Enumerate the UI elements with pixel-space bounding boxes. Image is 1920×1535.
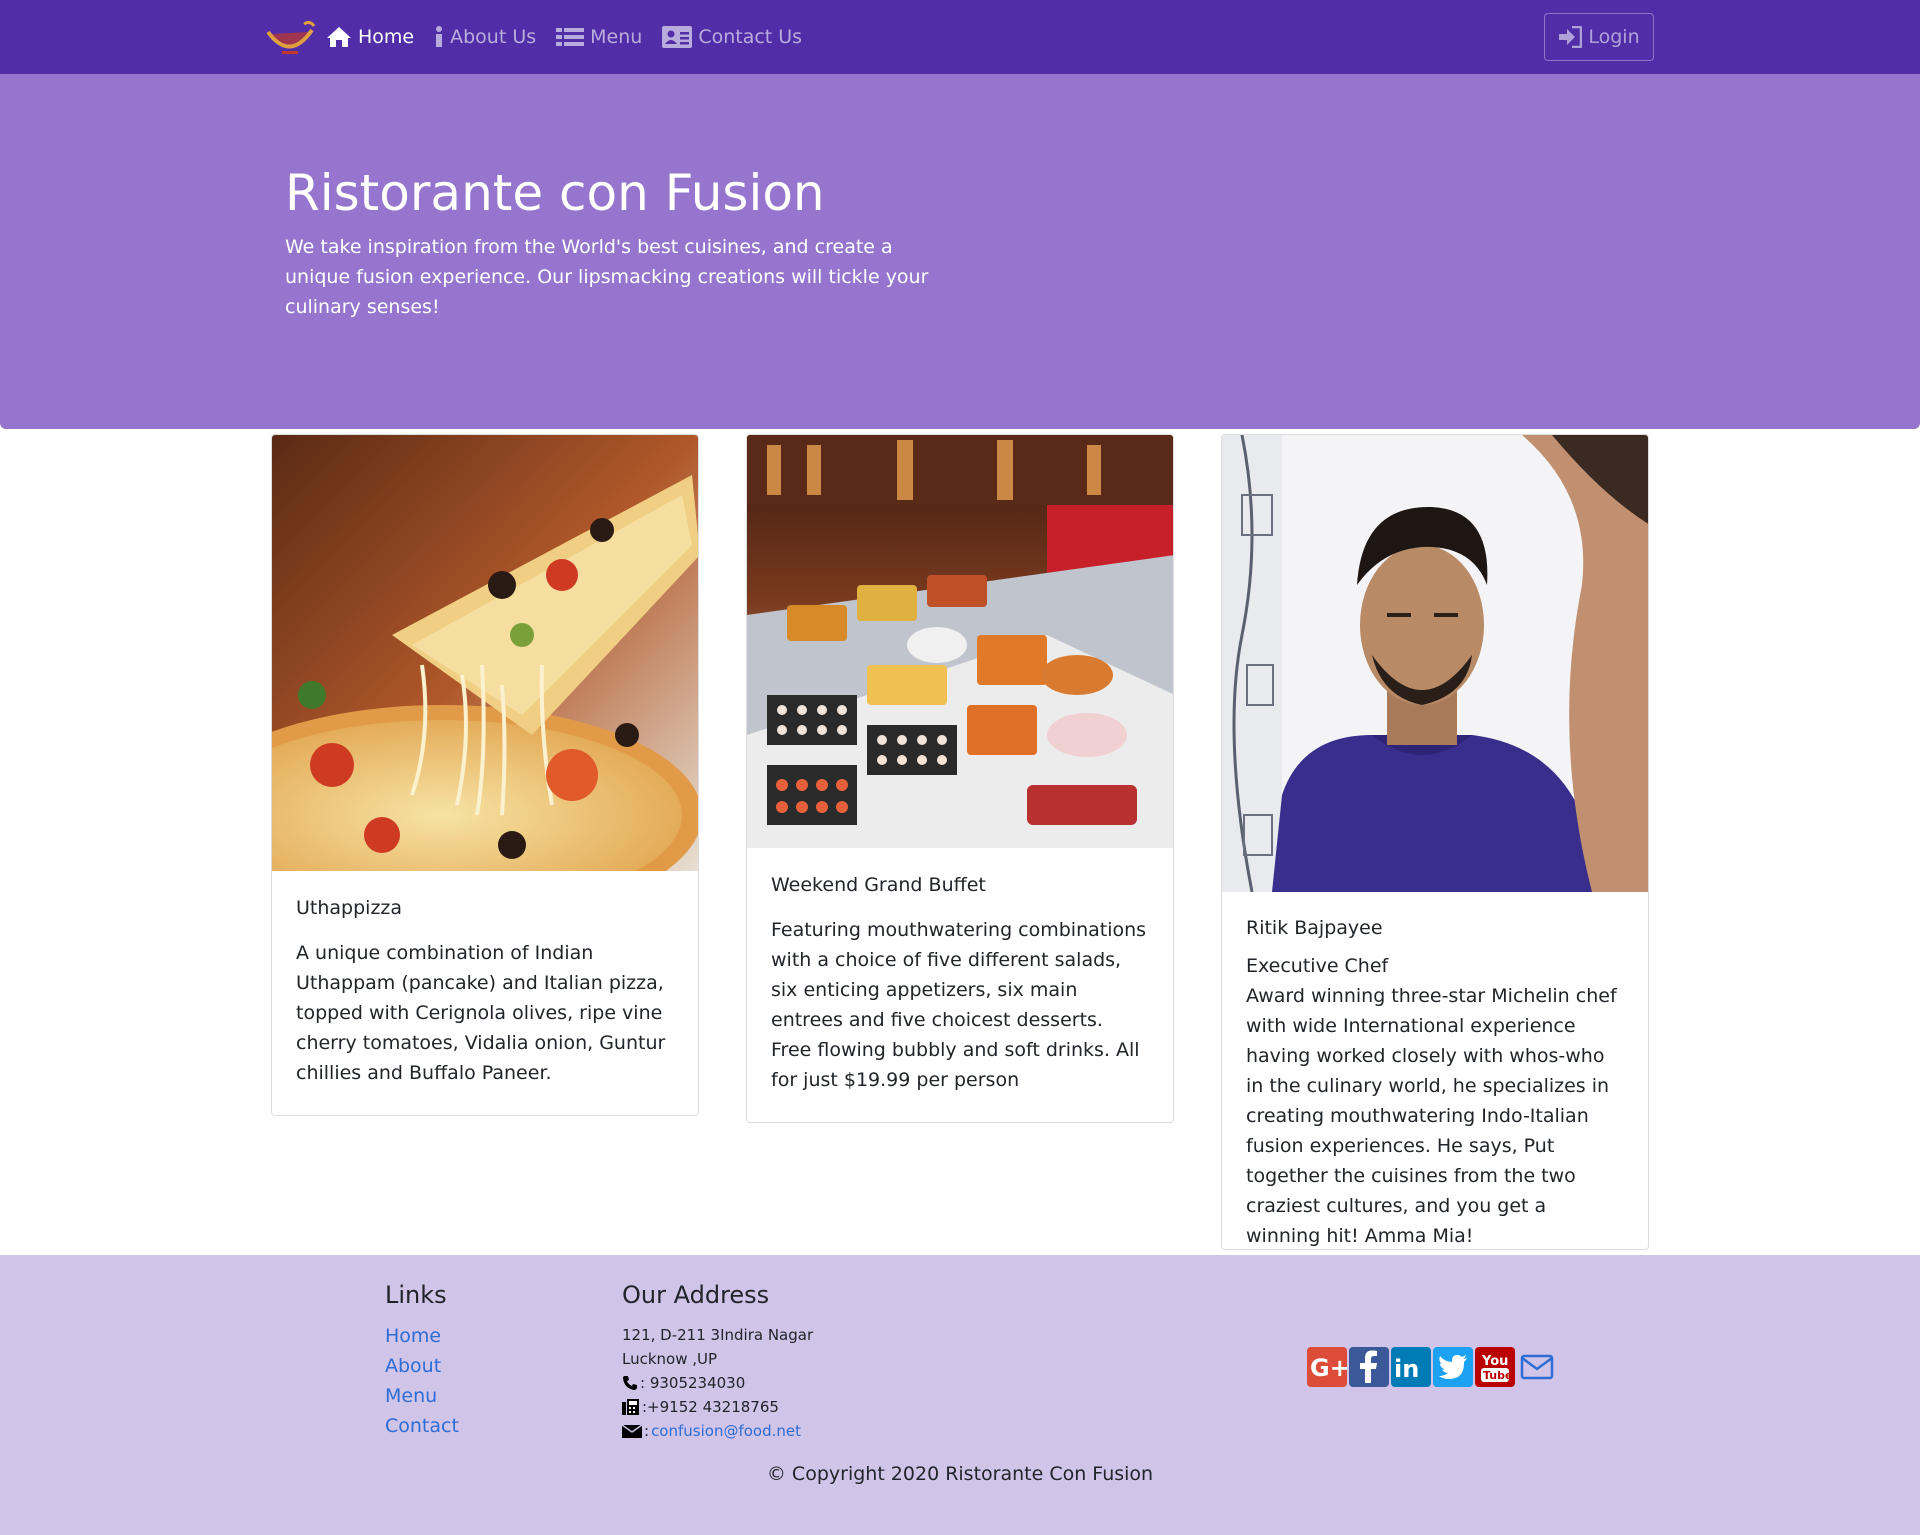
footer: Links Home About Menu Contact Our Addres… <box>0 1255 1920 1535</box>
facebook-button[interactable] <box>1349 1347 1389 1387</box>
nav-home-label: Home <box>358 26 415 48</box>
nav-home[interactable]: Home <box>326 26 414 48</box>
promotion-title: Weekend Grand Buffet <box>771 874 986 896</box>
google-plus-button[interactable]: G+ <box>1307 1347 1347 1387</box>
sign-in-icon <box>1559 26 1583 48</box>
dish-card: Uthappizza A unique combination of India… <box>271 434 699 1116</box>
svg-text:Tube: Tube <box>1483 1369 1512 1382</box>
page-title: Ristorante con Fusion <box>285 164 825 222</box>
promotion-image <box>747 435 1173 848</box>
nav-about-label: About Us <box>450 26 537 48</box>
nav-menu-label: Menu <box>590 26 643 48</box>
home-icon <box>327 27 351 47</box>
phone-row: : 9305234030 <box>622 1371 813 1395</box>
info-icon <box>436 26 443 47</box>
fax-row: :+9152 43218765 <box>622 1395 813 1419</box>
youtube-icon: You Tube <box>1481 1354 1512 1382</box>
email-link[interactable]: confusion@food.net <box>651 1419 801 1443</box>
login-label: Login <box>1588 26 1640 48</box>
envelope-icon <box>622 1424 642 1438</box>
facebook-icon <box>1360 1350 1377 1383</box>
promotion-card: Weekend Grand Buffet Featuring mouthwate… <box>746 434 1174 1123</box>
email-button[interactable] <box>1517 1347 1557 1387</box>
leader-card-body: Ritik Bajpayee Executive Chef Award winn… <box>1246 913 1624 1249</box>
jumbotron-text: We take inspiration from the World's bes… <box>285 236 929 318</box>
address-heading: Our Address <box>622 1281 770 1309</box>
dish-description: A unique combination of Indian Uthappam … <box>296 942 666 1084</box>
fax-icon <box>622 1399 639 1415</box>
leader-image <box>1222 435 1648 892</box>
address-line-1: 121, D-211 3Indira Nagar <box>622 1326 814 1344</box>
dish-title: Uthappizza <box>296 897 403 919</box>
leader-description: Award winning three-star Michelin chef w… <box>1246 985 1617 1247</box>
navbar: Home About Us Menu Contact Us Login <box>0 0 1920 74</box>
footer-link-home[interactable]: Home <box>385 1321 459 1351</box>
dish-card-body: Uthappizza A unique combination of India… <box>296 893 674 1088</box>
jumbotron: Ristorante con Fusion We take inspiratio… <box>0 74 1920 429</box>
footer-links: Home About Menu Contact <box>385 1321 459 1441</box>
twitter-button[interactable] <box>1433 1347 1473 1387</box>
promotion-card-body: Weekend Grand Buffet Featuring mouthwate… <box>771 870 1149 1095</box>
google-plus-icon: G+ <box>1310 1354 1347 1382</box>
promotion-description: Featuring mouthwatering combinations wit… <box>771 919 1147 1091</box>
footer-link-menu[interactable]: Menu <box>385 1381 459 1411</box>
youtube-button[interactable]: You Tube <box>1475 1347 1515 1387</box>
links-heading: Links <box>385 1281 447 1309</box>
leader-card: Ritik Bajpayee Executive Chef Award winn… <box>1221 434 1649 1250</box>
leader-name: Ritik Bajpayee <box>1246 917 1383 939</box>
envelope-outline-icon <box>1520 1354 1554 1380</box>
address-line-2: Lucknow ,UP <box>622 1350 718 1368</box>
svg-text:in: in <box>1394 1355 1419 1383</box>
nav-menu[interactable]: Menu <box>556 26 642 48</box>
nav-contact[interactable]: Contact Us <box>662 26 802 48</box>
brand-logo[interactable] <box>264 18 316 58</box>
leader-designation: Executive Chef <box>1246 955 1389 977</box>
nav-about[interactable]: About Us <box>434 26 536 48</box>
copyright: © Copyright 2020 Ristorante Con Fusion <box>766 1463 1154 1485</box>
nav-contact-label: Contact Us <box>698 26 803 48</box>
list-icon <box>556 28 585 46</box>
svg-text:G+: G+ <box>1310 1354 1347 1382</box>
dish-image <box>272 435 698 871</box>
svg-text:You: You <box>1481 1354 1508 1369</box>
fax-number: :+9152 43218765 <box>642 1398 779 1416</box>
address-block: 121, D-211 3Indira Nagar Lucknow ,UP : 9… <box>622 1323 813 1443</box>
footer-link-contact[interactable]: Contact <box>385 1411 459 1441</box>
address-card-icon <box>662 26 693 48</box>
twitter-icon <box>1439 1355 1467 1379</box>
phone-number: : 9305234030 <box>640 1374 746 1392</box>
linkedin-button[interactable]: in <box>1391 1347 1431 1387</box>
phone-icon <box>623 1376 637 1390</box>
login-button[interactable]: Login <box>1544 13 1654 61</box>
email-prefix: : <box>644 1422 650 1440</box>
social-links: G+ in You Tube <box>1307 1347 1557 1387</box>
email-row: : confusion@food.net <box>622 1419 813 1443</box>
footer-link-about[interactable]: About <box>385 1351 459 1381</box>
linkedin-icon: in <box>1394 1355 1419 1383</box>
